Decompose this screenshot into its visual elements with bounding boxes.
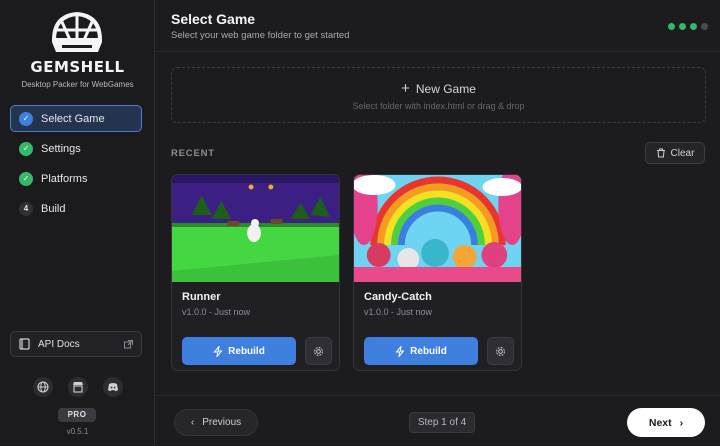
app-version: v0.5.1 xyxy=(66,427,89,436)
step-label: Build xyxy=(41,202,66,215)
clear-recent-button[interactable]: Clear xyxy=(645,142,705,164)
recent-heading: RECENT xyxy=(171,148,215,159)
plan-badge: PRO xyxy=(58,408,96,422)
sidebar: GEMSHELL Desktop Packer for WebGames ✓ S… xyxy=(0,0,155,446)
game-name: Runner xyxy=(182,291,221,303)
step-indicator: Step 1 of 4 xyxy=(409,412,475,433)
new-game-dropzone[interactable]: + New Game Select folder with index.html … xyxy=(171,67,706,123)
step-number-badge: 4 xyxy=(19,201,33,216)
chevron-left-icon: ‹ xyxy=(190,417,195,428)
clear-label: Clear xyxy=(670,147,695,159)
step-settings[interactable]: ✓ Settings xyxy=(10,135,142,162)
progress-dots xyxy=(668,23,708,30)
page-subtitle: Select your web game folder to get start… xyxy=(171,30,350,41)
progress-dot xyxy=(679,23,686,30)
api-docs-button[interactable]: API Docs xyxy=(10,331,142,357)
rebuild-button[interactable]: Rebuild xyxy=(364,337,478,365)
step-label: Settings xyxy=(41,142,81,155)
globe-icon[interactable] xyxy=(33,377,53,397)
step-platforms[interactable]: ✓ Platforms xyxy=(10,165,142,192)
step-label: Select Game xyxy=(41,112,105,125)
page-header: Select Game Select your web game folder … xyxy=(156,0,720,52)
brand-tagline: Desktop Packer for WebGames xyxy=(21,80,134,89)
api-docs-label: API Docs xyxy=(38,338,80,350)
rebuild-label: Rebuild xyxy=(228,345,265,357)
brand-name: GEMSHELL xyxy=(30,58,125,76)
game-card-candy-catch[interactable]: Candy-Catch v1.0.0 - Just now Rebuild xyxy=(353,174,522,371)
gear-icon xyxy=(496,346,505,356)
rebuild-button[interactable]: Rebuild xyxy=(182,337,296,365)
trash-icon xyxy=(656,148,665,158)
new-game-label: New Game xyxy=(415,82,476,96)
game-settings-button[interactable] xyxy=(305,337,332,365)
step-nav: ✓ Select Game ✓ Settings ✓ Platforms 4 B… xyxy=(10,105,142,225)
progress-dot xyxy=(701,23,708,30)
turtle-shell-logo-icon xyxy=(51,11,103,52)
new-game-title-row: + New Game xyxy=(172,80,705,97)
check-icon: ✓ xyxy=(19,141,33,156)
gear-icon xyxy=(314,346,323,356)
previous-button[interactable]: ‹ Previous xyxy=(174,409,258,436)
game-card-runner[interactable]: Runner v1.0.0 - Just now Rebuild xyxy=(171,174,340,371)
check-icon: ✓ xyxy=(19,111,33,126)
chevron-right-icon: › xyxy=(679,416,684,429)
social-links xyxy=(33,377,123,397)
game-name: Candy-Catch xyxy=(364,291,432,303)
dropzone-hint: Select folder with index.html or drag & … xyxy=(352,101,525,111)
previous-label: Previous xyxy=(202,417,242,428)
progress-dot xyxy=(690,23,697,30)
step-select-game[interactable]: ✓ Select Game xyxy=(10,105,142,132)
page-title: Select Game xyxy=(171,11,256,27)
lightning-icon xyxy=(395,345,405,357)
step-label: Platforms xyxy=(41,172,88,185)
next-button[interactable]: Next › xyxy=(627,408,705,437)
next-label: Next xyxy=(648,416,672,429)
rebuild-label: Rebuild xyxy=(410,345,447,357)
progress-dot xyxy=(668,23,675,30)
game-thumbnail xyxy=(354,175,521,282)
check-icon: ✓ xyxy=(19,171,33,186)
game-meta: v1.0.0 - Just now xyxy=(182,307,251,317)
game-meta: v1.0.0 - Just now xyxy=(364,307,433,317)
external-link-icon xyxy=(124,339,133,348)
game-settings-button[interactable] xyxy=(487,337,514,365)
lightning-icon xyxy=(213,345,223,357)
discord-icon[interactable] xyxy=(103,377,123,397)
plus-icon: + xyxy=(401,80,410,97)
step-build[interactable]: 4 Build xyxy=(10,195,142,222)
store-icon[interactable] xyxy=(68,377,88,397)
game-thumbnail xyxy=(172,175,339,282)
book-icon xyxy=(19,338,30,350)
wizard-footer: ‹ Previous Step 1 of 4 Next › xyxy=(156,395,720,446)
